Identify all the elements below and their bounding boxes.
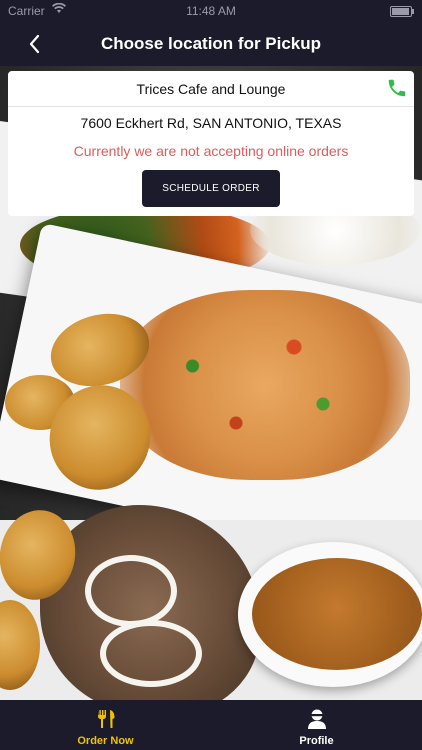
location-card: Trices Cafe and Lounge 7600 Eckhert Rd, …: [8, 71, 414, 216]
tab-profile[interactable]: Profile: [211, 700, 422, 750]
user-icon: [306, 709, 328, 729]
clock: 11:48 AM: [186, 4, 236, 18]
tab-label: Profile: [299, 735, 334, 747]
restaurant-address: 7600 Eckhert Rd, SAN ANTONIO, TEXAS: [80, 115, 342, 131]
restaurant-name: Trices Cafe and Lounge: [136, 81, 286, 97]
tab-bar: Order Now Profile: [0, 700, 422, 750]
tab-label: Order Now: [77, 735, 134, 747]
phone-icon[interactable]: [386, 77, 408, 99]
location-card-header: Trices Cafe and Lounge: [8, 71, 414, 107]
status-bar: Carrier 11:48 AM: [0, 0, 422, 22]
page-title: Choose location for Pickup: [100, 34, 322, 53]
schedule-order-button[interactable]: SCHEDULE ORDER: [142, 170, 280, 207]
battery-icon: [390, 6, 414, 17]
tab-order-now[interactable]: Order Now: [0, 700, 211, 750]
ordering-status-message: Currently we are not accepting online or…: [73, 143, 349, 159]
app-screen: Carrier 11:48 AM Choose location for Pic…: [0, 0, 422, 750]
navigation-bar: Choose location for Pickup: [0, 22, 422, 66]
dining-icon: [95, 709, 117, 729]
